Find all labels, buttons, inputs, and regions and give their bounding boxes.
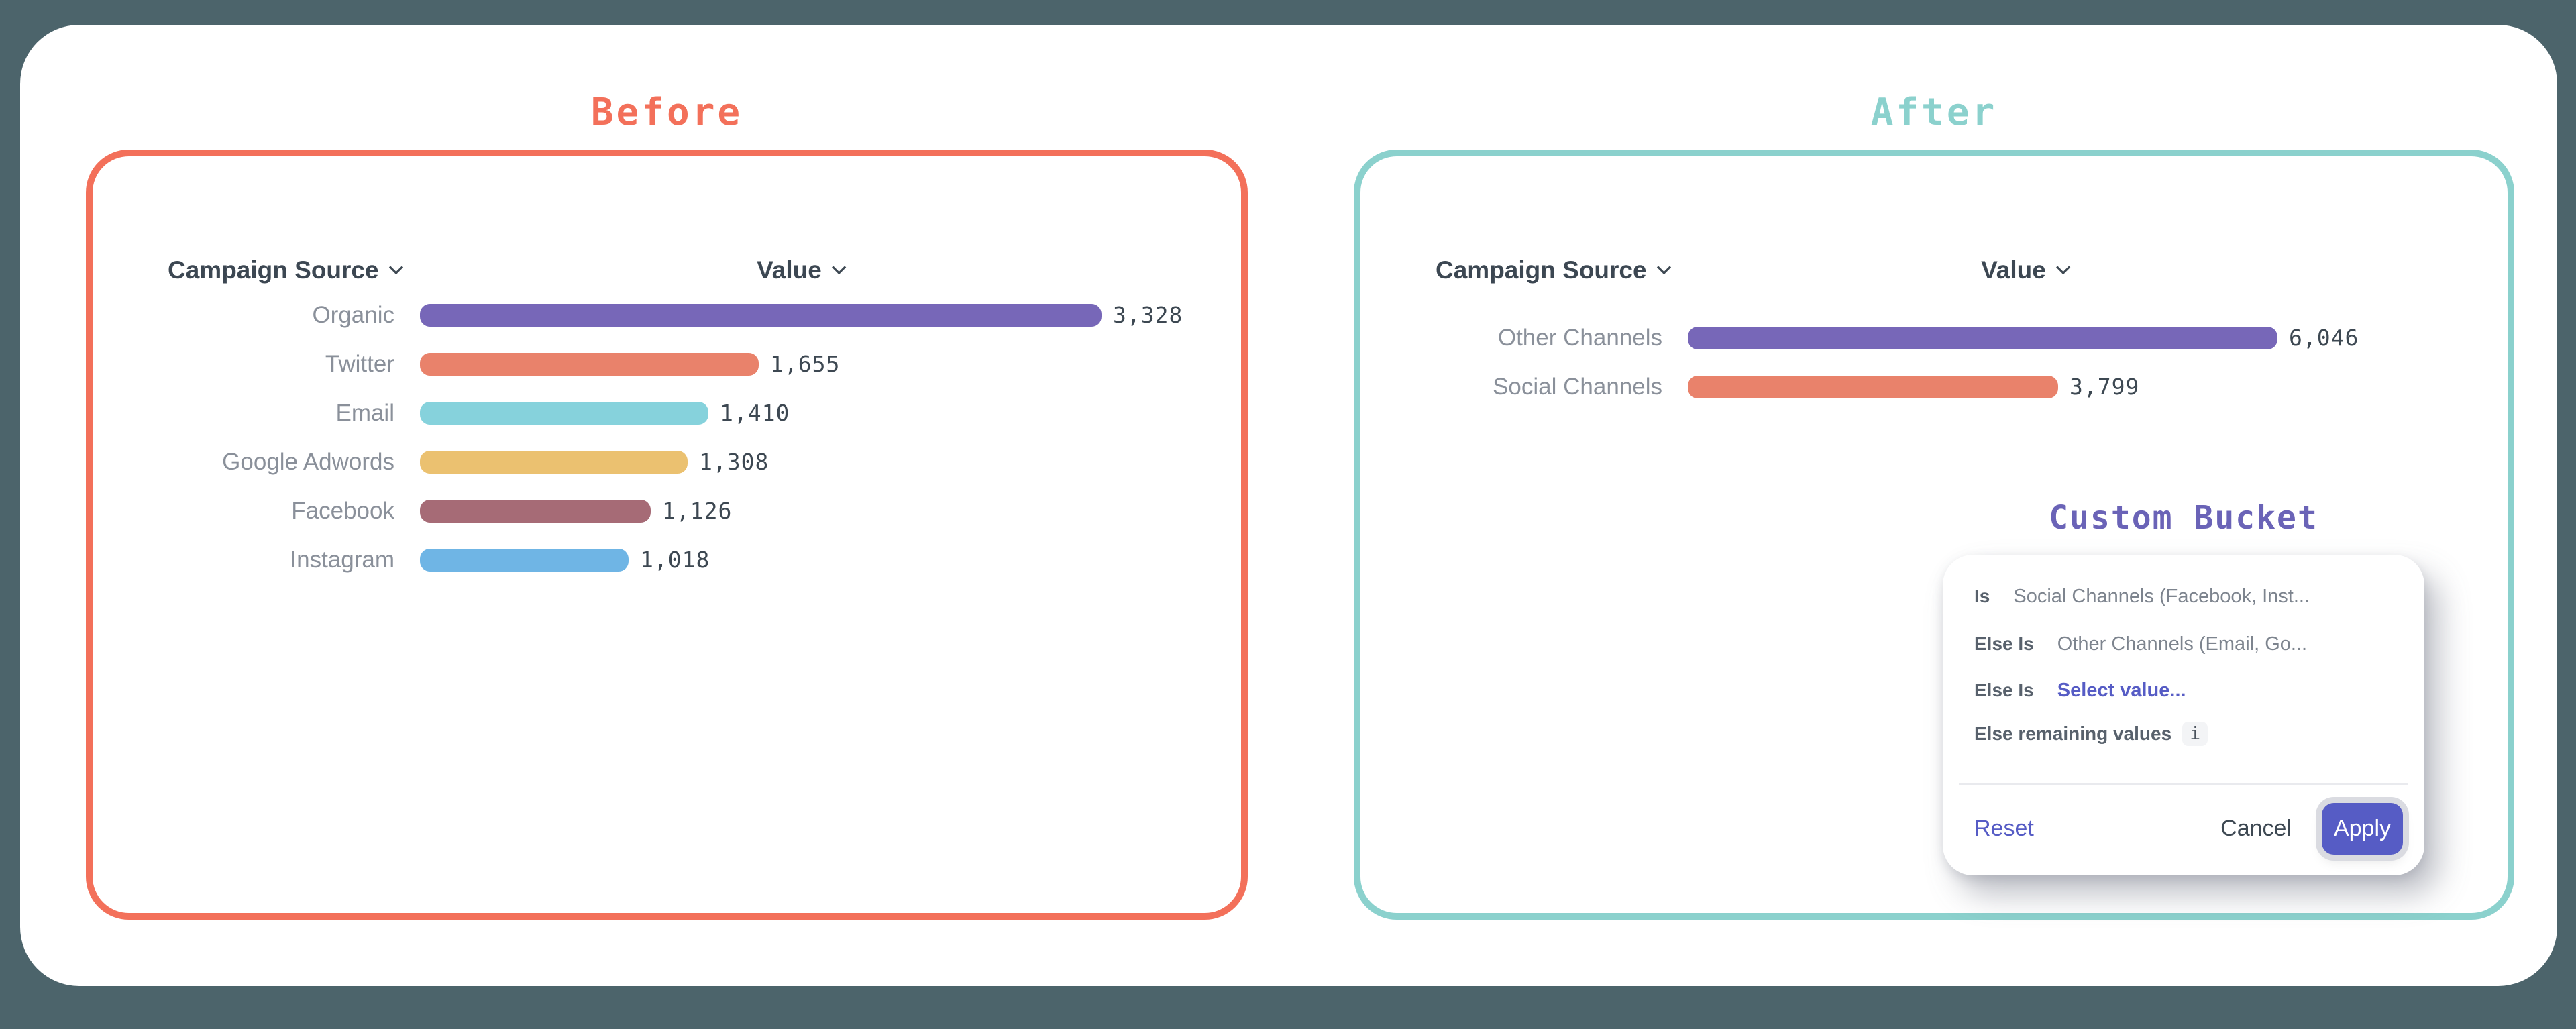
row-label: Organic bbox=[93, 302, 394, 329]
bar-value-label: 1,410 bbox=[720, 400, 790, 426]
info-icon[interactable]: i bbox=[2182, 722, 2208, 746]
bar-value-label: 6,046 bbox=[2289, 325, 2359, 351]
after-source-header-label: Campaign Source bbox=[1436, 256, 1647, 285]
bar-value-label: 3,799 bbox=[2070, 374, 2139, 400]
cancel-button[interactable]: Cancel bbox=[2220, 815, 2292, 842]
value-bar bbox=[1688, 327, 2277, 349]
row-label: Email bbox=[93, 400, 394, 427]
after-title: After bbox=[1354, 89, 2514, 136]
table-row: Email 1,410 bbox=[93, 388, 1241, 437]
custom-bucket-dialog: Is Social Channels (Facebook, Inst... Else… bbox=[1943, 555, 2424, 875]
custom-bucket-title: Custom Bucket bbox=[1943, 497, 2424, 539]
condition-value[interactable]: Other Channels (Email, Go... bbox=[2057, 633, 2307, 655]
condition-keyword: Is bbox=[1974, 586, 1990, 607]
chevron-down-icon[interactable] bbox=[832, 260, 846, 274]
table-row: Facebook 1,126 bbox=[93, 486, 1241, 535]
bar-value-label: 1,308 bbox=[699, 449, 769, 475]
row-label: Twitter bbox=[93, 351, 394, 378]
condition-keyword: Else Is bbox=[1974, 680, 2034, 701]
value-bar bbox=[420, 353, 759, 376]
table-row: Google Adwords 1,308 bbox=[93, 437, 1241, 486]
table-row: Social Channels 3,799 bbox=[1360, 362, 2508, 411]
bar-value-label: 1,655 bbox=[770, 351, 840, 377]
before-table-rows: Organic 3,328 Twitter 1,655 Email 1,410 Google… bbox=[93, 290, 1241, 584]
after-value-header-label: Value bbox=[1981, 256, 2046, 285]
bar-value-label: 3,328 bbox=[1113, 302, 1183, 328]
before-source-header[interactable]: Campaign Source bbox=[168, 256, 401, 285]
select-value-link[interactable]: Select value... bbox=[2057, 680, 2186, 702]
value-bar bbox=[1688, 376, 2058, 398]
row-label: Google Adwords bbox=[93, 449, 394, 476]
row-label: Social Channels bbox=[1360, 374, 1662, 400]
table-row: Organic 3,328 bbox=[93, 290, 1241, 339]
chevron-down-icon[interactable] bbox=[388, 260, 402, 274]
value-bar bbox=[420, 500, 651, 523]
after-table-rows: Other Channels 6,046 Social Channels 3,799 bbox=[1360, 313, 2508, 411]
value-bar bbox=[420, 402, 708, 425]
bar-value-label: 1,126 bbox=[662, 498, 732, 524]
bar-value-label: 1,018 bbox=[640, 547, 710, 573]
before-title: Before bbox=[86, 89, 1248, 136]
screenshot-stage: Before After Campaign Source Value Organ… bbox=[0, 0, 2576, 1029]
condition-value[interactable]: Social Channels (Facebook, Inst... bbox=[2013, 586, 2310, 608]
before-value-header-label: Value bbox=[757, 256, 822, 285]
chevron-down-icon[interactable] bbox=[1656, 260, 1670, 274]
bucket-condition-row: Is Social Channels (Facebook, Inst... bbox=[1974, 583, 2310, 610]
before-value-header[interactable]: Value bbox=[757, 256, 844, 285]
value-bar bbox=[420, 451, 688, 474]
row-label: Facebook bbox=[93, 498, 394, 525]
after-value-header[interactable]: Value bbox=[1981, 256, 2068, 285]
bucket-condition-row: Else Is Other Channels (Email, Go... bbox=[1974, 631, 2307, 657]
value-bar bbox=[420, 549, 629, 572]
after-source-header[interactable]: Campaign Source bbox=[1436, 256, 1669, 285]
before-table-header: Campaign Source Value bbox=[93, 256, 1241, 285]
after-table-header: Campaign Source Value bbox=[1360, 256, 2508, 285]
condition-keyword: Else remaining values bbox=[1974, 723, 2171, 745]
value-bar bbox=[420, 304, 1102, 327]
comparison-card: Before After Campaign Source Value Organ… bbox=[20, 25, 2557, 986]
dialog-divider bbox=[1959, 783, 2408, 785]
row-label: Other Channels bbox=[1360, 325, 1662, 351]
reset-button[interactable]: Reset bbox=[1974, 815, 2034, 842]
table-row: Twitter 1,655 bbox=[93, 339, 1241, 388]
before-panel: Campaign Source Value Organic 3,328 Twitte… bbox=[86, 150, 1248, 920]
bucket-condition-row: Else remaining values i bbox=[1974, 720, 2208, 747]
row-label: Instagram bbox=[93, 547, 394, 574]
before-source-header-label: Campaign Source bbox=[168, 256, 379, 285]
chevron-down-icon[interactable] bbox=[2056, 260, 2070, 274]
condition-keyword: Else Is bbox=[1974, 633, 2034, 655]
bucket-condition-row: Else Is Select value... bbox=[1974, 677, 2186, 704]
apply-button[interactable]: Apply bbox=[2322, 803, 2403, 855]
table-row: Instagram 1,018 bbox=[93, 535, 1241, 584]
table-row: Other Channels 6,046 bbox=[1360, 313, 2508, 362]
